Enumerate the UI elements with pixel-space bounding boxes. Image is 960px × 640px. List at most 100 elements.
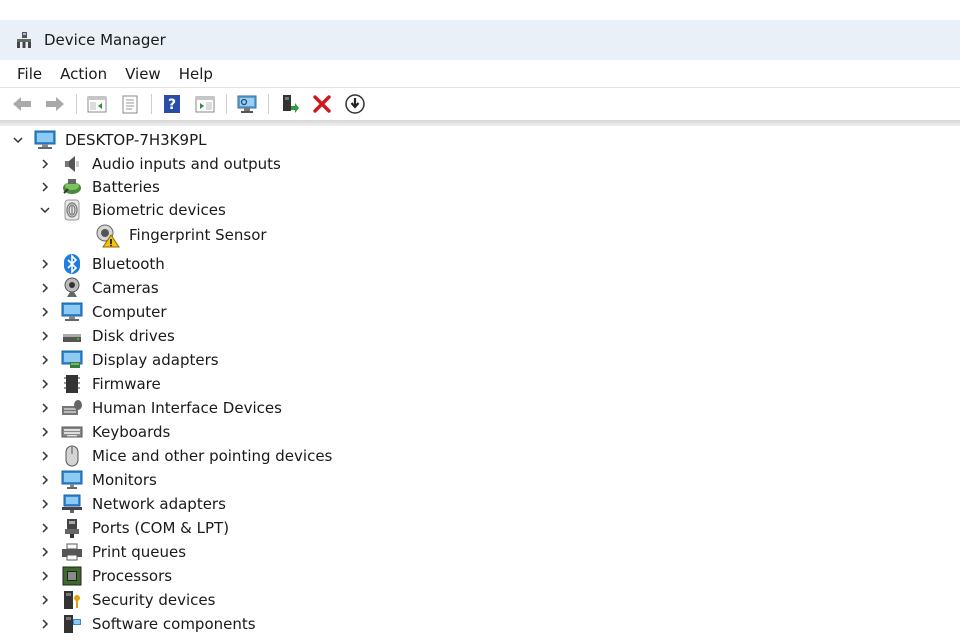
- tree-item-software-components[interactable]: Software components: [37, 612, 256, 636]
- back-icon: [13, 97, 31, 111]
- chevron-right-icon[interactable]: [37, 544, 53, 560]
- chevron-right-icon[interactable]: [37, 304, 53, 320]
- keyboard-icon: [61, 421, 83, 443]
- help-button[interactable]: ?: [158, 91, 186, 117]
- menu-view[interactable]: View: [116, 62, 170, 86]
- tree-item-biometric[interactable]: Biometric devices: [37, 198, 226, 222]
- chevron-right-icon[interactable]: [37, 616, 53, 632]
- chevron-right-icon[interactable]: [37, 448, 53, 464]
- chevron-right-icon[interactable]: [37, 376, 53, 392]
- camera-icon: [61, 277, 83, 299]
- menu-file[interactable]: File: [8, 62, 51, 86]
- tree-item-firmware[interactable]: Firmware: [37, 372, 161, 396]
- network-adapter-icon: [61, 493, 83, 515]
- toolbar-separator: [268, 94, 269, 114]
- monitor-icon: [61, 469, 83, 491]
- tree-item-label: Processors: [92, 567, 173, 585]
- tree-item-label: Ports (COM & LPT): [92, 519, 230, 537]
- tree-item-label: Print queues: [92, 543, 187, 561]
- chevron-right-icon[interactable]: [37, 400, 53, 416]
- tree-item-audio[interactable]: Audio inputs and outputs: [37, 152, 281, 176]
- tree-item-processors[interactable]: Processors: [37, 564, 172, 588]
- tree-item-batteries[interactable]: Batteries: [37, 175, 160, 199]
- chevron-down-icon[interactable]: [37, 202, 53, 218]
- menu-action[interactable]: Action: [51, 62, 116, 86]
- tree-item-keyboards[interactable]: Keyboards: [37, 420, 170, 444]
- tree-item-fingerprint-sensor[interactable]: Fingerprint Sensor: [94, 221, 267, 249]
- forward-icon: [46, 97, 64, 111]
- properties-icon: [122, 95, 138, 114]
- disk-drive-icon: [61, 325, 83, 347]
- tree-item-label: Disk drives: [92, 327, 175, 345]
- chevron-right-icon[interactable]: [37, 472, 53, 488]
- disable-device-icon: [345, 94, 365, 114]
- tree-item-mice[interactable]: Mice and other pointing devices: [37, 444, 332, 468]
- chevron-right-icon[interactable]: [37, 352, 53, 368]
- printer-icon: [61, 541, 83, 563]
- fingerprint-icon: [61, 199, 83, 221]
- tree-item-display-adapters[interactable]: Display adapters: [37, 348, 219, 372]
- menu-help[interactable]: Help: [170, 62, 222, 86]
- tree-item-label: Bluetooth: [92, 255, 165, 273]
- uninstall-device-icon: [313, 95, 331, 113]
- mouse-icon: [61, 445, 83, 467]
- tree-item-label: Biometric devices: [92, 201, 226, 219]
- chevron-right-icon[interactable]: [37, 179, 53, 195]
- tree-item-label: Firmware: [92, 375, 161, 393]
- tree-item-monitors[interactable]: Monitors: [37, 468, 157, 492]
- action-pane-button[interactable]: [191, 91, 219, 117]
- update-driver-button[interactable]: [275, 91, 303, 117]
- tree-item-bluetooth[interactable]: Bluetooth: [37, 252, 165, 276]
- chevron-right-icon[interactable]: [37, 256, 53, 272]
- tree-item-label: Network adapters: [92, 495, 226, 513]
- tree-item-print-queues[interactable]: Print queues: [37, 540, 186, 564]
- disable-device-button[interactable]: [341, 91, 369, 117]
- forward-button[interactable]: [41, 91, 69, 117]
- security-device-icon: [61, 589, 83, 611]
- chevron-right-icon[interactable]: [37, 592, 53, 608]
- chevron-down-icon[interactable]: [10, 132, 26, 148]
- firmware-icon: [61, 373, 83, 395]
- chevron-right-icon[interactable]: [37, 156, 53, 172]
- title-bar: Device Manager: [0, 20, 960, 60]
- properties-button[interactable]: [116, 91, 144, 117]
- chevron-right-icon[interactable]: [37, 328, 53, 344]
- speaker-icon: [61, 153, 83, 175]
- battery-icon: [61, 176, 83, 198]
- hid-icon: [61, 397, 83, 419]
- tree-item-computer[interactable]: Computer: [37, 300, 167, 324]
- device-tree: DESKTOP-7H3K9PL Audio inputs and outputs…: [0, 126, 960, 640]
- svg-text:?: ?: [168, 97, 176, 113]
- tree-item-label: Human Interface Devices: [92, 399, 282, 417]
- scan-hardware-icon: [237, 95, 257, 113]
- chevron-right-icon[interactable]: [37, 280, 53, 296]
- tree-root[interactable]: DESKTOP-7H3K9PL: [10, 128, 206, 152]
- tree-item-cameras[interactable]: Cameras: [37, 276, 159, 300]
- device-manager-icon: [17, 32, 31, 48]
- tree-item-label: Software components: [92, 615, 256, 633]
- tree-item-ports[interactable]: Ports (COM & LPT): [37, 516, 229, 540]
- chevron-right-icon[interactable]: [37, 520, 53, 536]
- chevron-right-icon[interactable]: [37, 424, 53, 440]
- chevron-right-icon[interactable]: [37, 568, 53, 584]
- update-driver-icon: [283, 95, 299, 113]
- toolbar-separator: [76, 94, 77, 114]
- toolbar-separator: [226, 94, 227, 114]
- menu-bar: File Action View Help: [0, 60, 960, 88]
- port-icon: [61, 517, 83, 539]
- chevron-right-icon[interactable]: [37, 496, 53, 512]
- uninstall-device-button[interactable]: [308, 91, 336, 117]
- tree-item-security-devices[interactable]: Security devices: [37, 588, 215, 612]
- tree-item-hid[interactable]: Human Interface Devices: [37, 396, 282, 420]
- toolbar-separator: [151, 94, 152, 114]
- tree-item-label: Batteries: [92, 178, 160, 196]
- bluetooth-icon: [61, 253, 83, 275]
- tree-item-disk-drives[interactable]: Disk drives: [37, 324, 175, 348]
- scan-hardware-button[interactable]: [233, 91, 261, 117]
- back-button[interactable]: [8, 91, 36, 117]
- show-hide-console-tree-button[interactable]: [83, 91, 111, 117]
- tree-item-label: Security devices: [92, 591, 216, 609]
- computer-icon: [61, 301, 83, 323]
- tree-item-label: Fingerprint Sensor: [129, 226, 267, 244]
- tree-item-network-adapters[interactable]: Network adapters: [37, 492, 226, 516]
